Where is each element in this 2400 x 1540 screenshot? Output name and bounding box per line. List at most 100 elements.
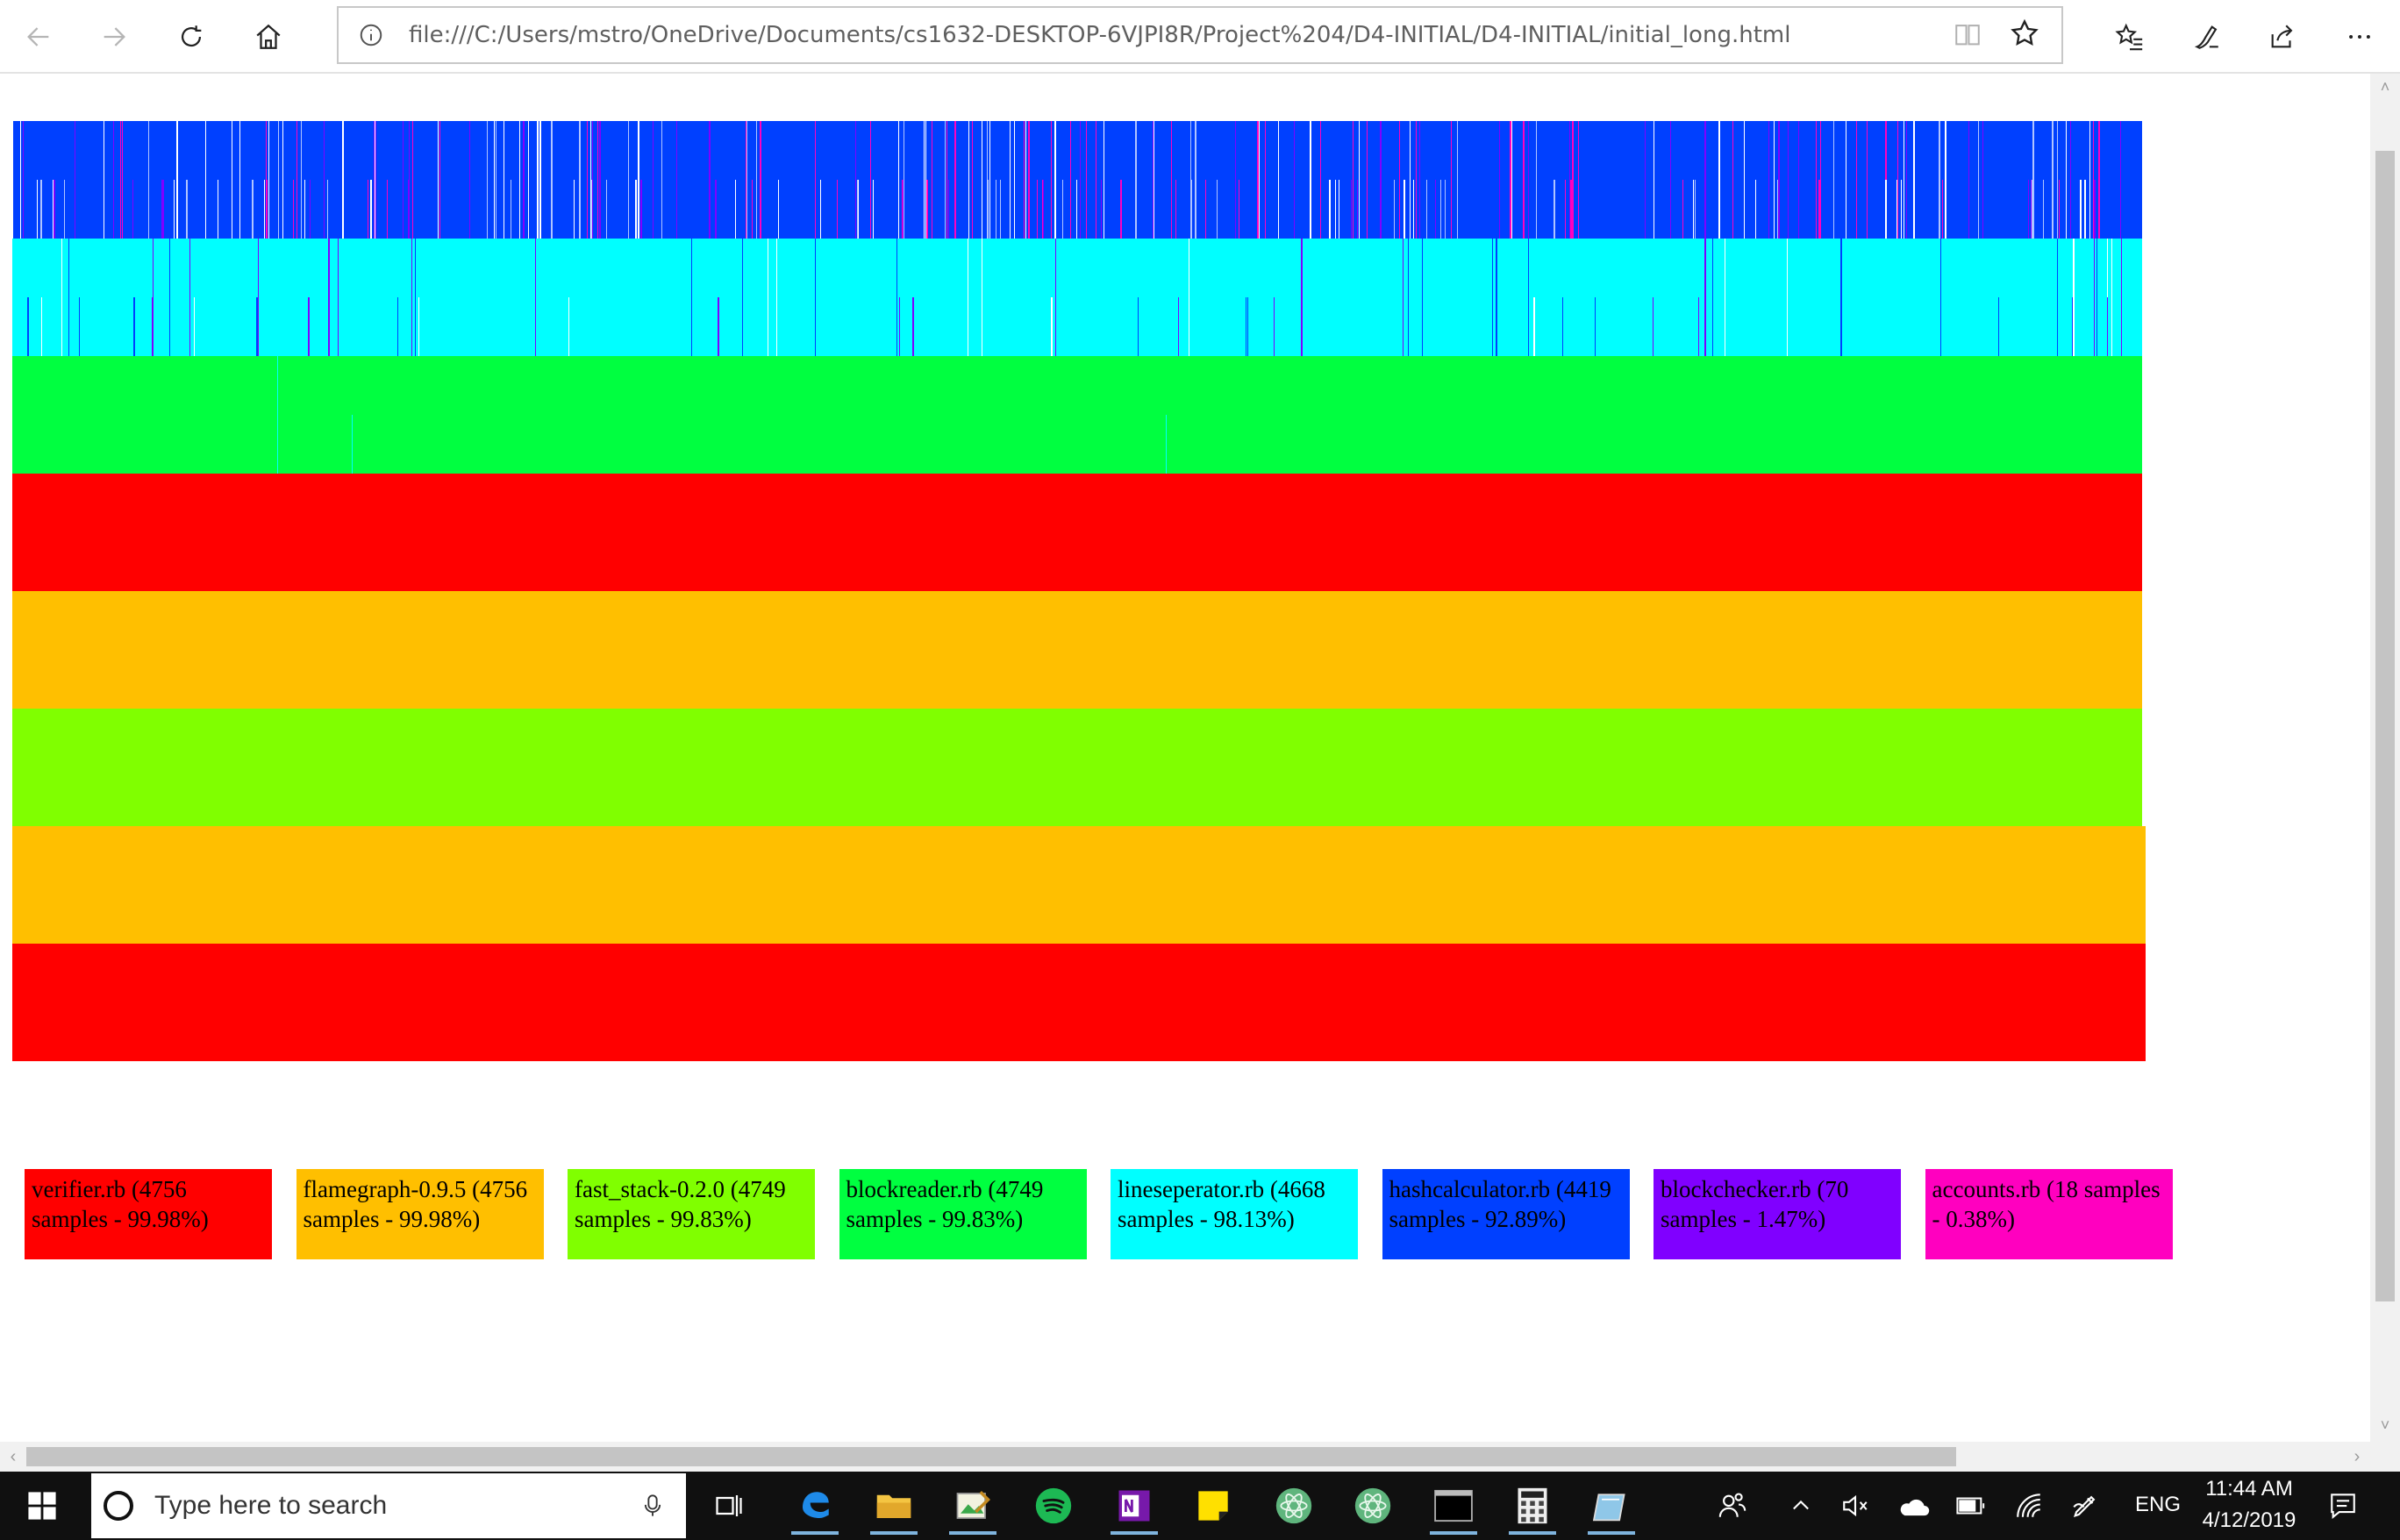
flame-sample-sliver[interactable] [2057,239,2058,356]
atom-app[interactable] [1263,1477,1325,1535]
flame-sample-sliver[interactable] [296,180,297,239]
flame-sample-sliver[interactable] [1310,121,1311,239]
flame-row-level-7[interactable] [12,239,2142,356]
flame-sample-sliver[interactable] [1138,297,1139,356]
flame-sample-sliver[interactable] [1042,180,1043,239]
flame-sample-sliver[interactable] [282,121,283,239]
flame-sample-sliver[interactable] [2059,180,2060,239]
flame-sample-sliver[interactable] [752,180,753,239]
flame-sample-sliver[interactable] [1896,180,1897,239]
info-icon[interactable] [358,22,384,48]
flame-sample-sliver[interactable] [535,239,536,356]
flame-row-level-5[interactable] [12,474,2142,591]
flame-sample-sliver[interactable] [579,121,581,239]
flame-sample-sliver[interactable] [239,121,240,239]
flame-sample-sliver[interactable] [1820,121,1821,239]
flame-sample-sliver[interactable] [1768,121,1769,239]
flame-sample-sliver[interactable] [1175,180,1176,239]
flame-sample-sliver[interactable] [1171,121,1172,239]
flame-sample-sliver[interactable] [267,180,268,239]
scroll-right-icon[interactable]: › [2349,1448,2365,1465]
flame-sample-sliver[interactable] [946,121,947,239]
flame-sample-sliver[interactable] [568,297,569,356]
flame-sample-sliver[interactable] [2031,180,2032,239]
image-editor-app[interactable] [942,1477,1004,1535]
sticky-notes-app[interactable] [1182,1477,1244,1535]
flame-sample-sliver[interactable] [1265,121,1266,239]
flame-sample-sliver[interactable] [948,180,949,239]
flame-sample-sliver[interactable] [494,121,495,239]
flame-sample-sliver[interactable] [1939,121,1940,239]
flame-sample-sliver[interactable] [1413,180,1414,239]
flame-sample-sliver[interactable] [599,121,601,239]
flame-sample-sliver[interactable] [2073,239,2075,356]
flame-sample-sliver[interactable] [153,239,154,356]
flame-sample-sliver[interactable] [1076,180,1077,239]
flame-sample-sliver[interactable] [1572,121,1574,239]
flame-sample-sliver[interactable] [1942,180,1943,239]
flame-sample-sliver[interactable] [661,121,662,239]
flame-sample-sliver[interactable] [122,121,123,239]
flame-sample-sliver[interactable] [1051,297,1053,356]
flame-sample-sliver[interactable] [926,180,928,239]
flame-sample-sliver[interactable] [1595,297,1596,356]
url-text[interactable]: file:///C:/Users/mstro/OneDrive/Document… [409,8,1790,62]
battery-icon[interactable] [1954,1489,1988,1522]
back-button[interactable] [14,12,63,61]
flame-sample-sliver[interactable] [1320,121,1321,239]
flame-sample-sliver[interactable] [352,415,353,474]
start-button[interactable] [0,1472,84,1540]
more-button[interactable] [2335,12,2384,61]
flame-sample-sliver[interactable] [2089,121,2090,239]
flame-sample-sliver[interactable] [2052,121,2054,239]
flame-sample-sliver[interactable] [1070,121,1071,239]
flame-sample-sliver[interactable] [1755,180,1756,239]
flame-sample-sliver[interactable] [1404,180,1405,239]
flame-sample-sliver[interactable] [1416,121,1417,239]
flame-sample-sliver[interactable] [1788,121,1789,239]
flame-sample-sliver[interactable] [1777,180,1778,239]
flame-sample-sliver[interactable] [79,297,80,356]
flame-row-level-1[interactable] [12,944,2146,1061]
language-indicator[interactable]: ENG [2135,1493,2181,1517]
flame-sample-sliver[interactable] [1294,121,1295,239]
flame-sample-sliver[interactable] [327,180,328,239]
flame-sample-sliver[interactable] [2084,180,2086,239]
flame-sample-sliver[interactable] [469,121,470,239]
flame-sample-sliver[interactable] [1335,180,1336,239]
flame-sample-sliver[interactable] [1528,239,1529,356]
flame-sample-sliver[interactable] [1367,121,1368,239]
flame-sample-sliver[interactable] [1000,180,1001,239]
flame-sample-sliver[interactable] [855,121,856,239]
flame-sample-sliver[interactable] [27,297,29,356]
flame-sample-sliver[interactable] [989,121,990,239]
flame-sample-sliver[interactable] [1235,121,1236,239]
notes-button[interactable] [2182,12,2232,61]
flame-sample-sliver[interactable] [653,121,654,239]
flame-sample-sliver[interactable] [1101,180,1102,239]
flame-sample-sliver[interactable] [592,121,593,239]
flame-sample-sliver[interactable] [1695,180,1696,239]
flame-sample-sliver[interactable] [487,121,488,239]
flame-sample-sliver[interactable] [64,180,65,239]
flame-sample-sliver[interactable] [1259,121,1260,239]
flame-sample-sliver[interactable] [954,121,956,239]
flame-sample-sliver[interactable] [574,180,575,239]
flame-sample-sliver[interactable] [1570,180,1572,239]
flame-sample-sliver[interactable] [1359,121,1360,239]
flame-sample-sliver[interactable] [310,180,311,239]
flame-sample-sliver[interactable] [1774,121,1775,239]
horizontal-scroll-thumb[interactable] [26,1447,1956,1466]
flame-sample-sliver[interactable] [418,297,419,356]
forward-button[interactable] [89,12,139,61]
flame-sample-sliver[interactable] [1247,297,1248,356]
flame-sample-sliver[interactable] [1704,121,1706,239]
flame-sample-sliver[interactable] [640,180,642,239]
flame-sample-sliver[interactable] [1257,121,1259,239]
flame-sample-sliver[interactable] [186,180,188,239]
flame-row-level-3[interactable] [12,709,2142,826]
people-icon[interactable] [1716,1489,1749,1522]
flame-sample-sliver[interactable] [1499,121,1500,239]
flame-sample-sliver[interactable] [54,180,55,239]
scroll-left-icon[interactable]: ‹ [5,1448,21,1465]
